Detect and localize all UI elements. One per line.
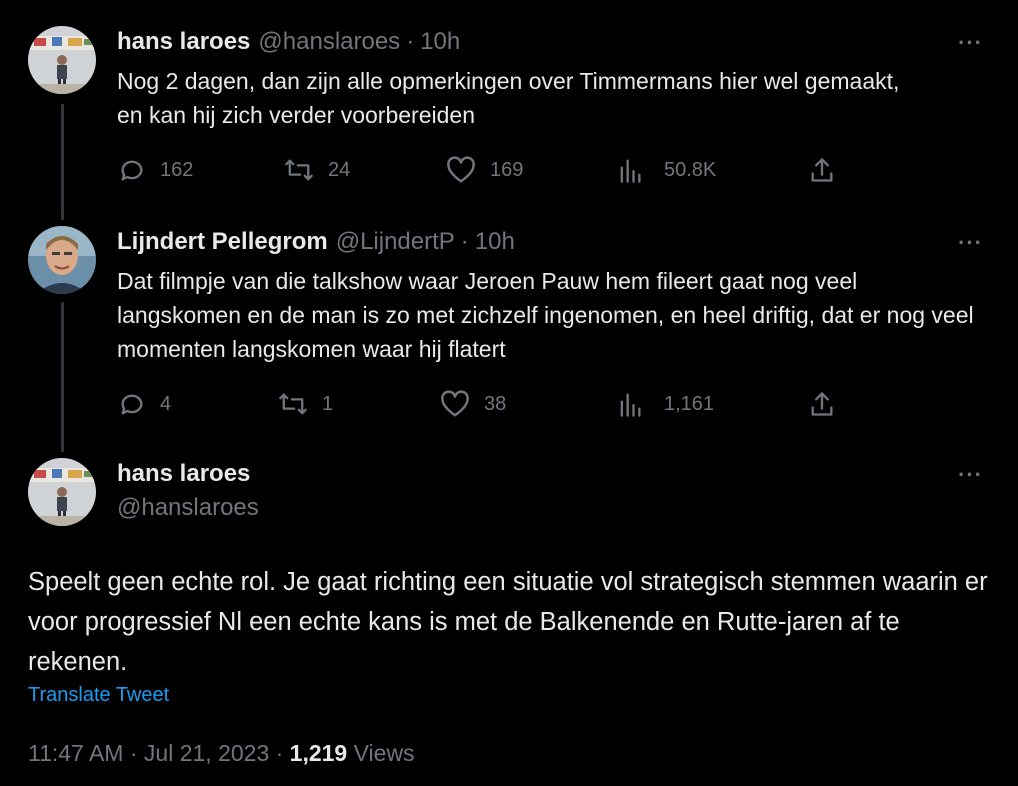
- reply-button[interactable]: 4: [118, 390, 171, 418]
- thread-line: [61, 302, 64, 452]
- views-button[interactable]: 1,161: [618, 390, 714, 418]
- like-button[interactable]: 38: [440, 390, 506, 418]
- reply-count: 162: [160, 158, 194, 181]
- reply-count: 4: [160, 392, 172, 415]
- display-name[interactable]: hans laroes: [117, 28, 250, 56]
- retweet-button[interactable]: 1: [278, 390, 333, 418]
- views-label: Views: [353, 740, 415, 766]
- retweet-count: 1: [322, 392, 334, 415]
- retweet-icon: [279, 393, 307, 415]
- separator: ·: [460, 228, 469, 255]
- tweet-text: Dat filmpje van die talkshow waar Jeroen…: [117, 268, 974, 362]
- more-icon[interactable]: ···: [958, 462, 983, 488]
- view-count: 1,219: [289, 740, 348, 766]
- like-count: 169: [490, 158, 524, 181]
- share-icon: [811, 158, 833, 182]
- more-icon[interactable]: ···: [958, 230, 983, 256]
- handle[interactable]: @hanslaroes: [258, 28, 400, 56]
- separator: ·: [406, 28, 415, 55]
- thread-line: [61, 104, 64, 220]
- like-count: 38: [484, 392, 507, 415]
- main-tweet-text: Speelt geen echte rol. Je gaat richting …: [28, 568, 988, 676]
- views-button[interactable]: 50.8K: [618, 156, 716, 184]
- views-count: 50.8K: [664, 158, 717, 181]
- handle[interactable]: @LijndertP: [336, 228, 455, 256]
- tweet-time[interactable]: 10h: [420, 28, 460, 56]
- like-icon: [441, 390, 469, 417]
- reply-icon: [121, 160, 143, 181]
- tweet-text: Nog 2 dagen, dan zijn alle opmerkingen o…: [117, 68, 900, 128]
- views-icon: [620, 393, 641, 417]
- retweet-icon: [285, 159, 313, 181]
- display-name[interactable]: Lijndert Pellegrom: [117, 228, 328, 256]
- views-icon: [620, 159, 641, 183]
- views-count: 1,161: [664, 392, 715, 415]
- retweet-button[interactable]: 24: [284, 156, 350, 184]
- translate-tweet-link[interactable]: Translate Tweet: [28, 684, 169, 707]
- handle[interactable]: @hanslaroes: [117, 494, 259, 522]
- share-button[interactable]: [808, 390, 836, 418]
- display-name[interactable]: hans laroes: [117, 460, 250, 488]
- tweet-time[interactable]: 10h: [475, 228, 515, 256]
- avatar[interactable]: [28, 26, 96, 94]
- retweet-count: 24: [328, 158, 351, 181]
- avatar[interactable]: [28, 226, 96, 294]
- share-icon: [811, 392, 833, 416]
- like-button[interactable]: 169: [446, 156, 523, 184]
- share-button[interactable]: [808, 156, 836, 184]
- timestamp[interactable]: 11:47 AM · Jul 21, 2023 ·: [28, 740, 283, 766]
- like-icon: [447, 156, 475, 183]
- reply-button[interactable]: 162: [118, 156, 193, 184]
- more-icon[interactable]: ···: [958, 30, 983, 56]
- tweet-meta: 11:47 AM · Jul 21, 2023 · 1,219 Views: [28, 740, 415, 767]
- avatar[interactable]: [28, 458, 96, 526]
- reply-icon: [121, 394, 143, 415]
